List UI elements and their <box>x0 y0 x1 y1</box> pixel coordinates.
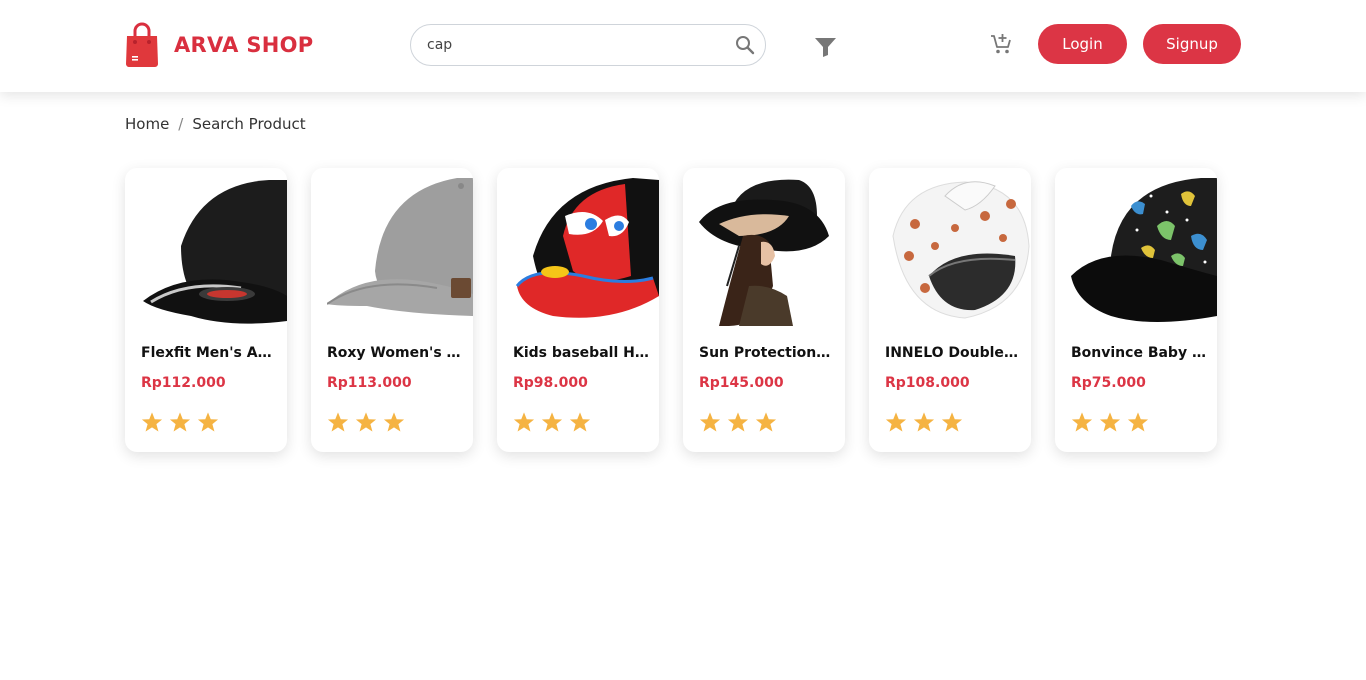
product-image-red-cars-cap <box>513 176 659 326</box>
brand-logo[interactable]: ARVA SHOP <box>124 22 313 68</box>
star-icon <box>1071 411 1093 433</box>
signup-button[interactable]: Signup <box>1143 24 1241 64</box>
product-card[interactable]: INNELO Double Layer Satin Bonnet Rp108.0… <box>869 168 1031 452</box>
product-price: Rp113.000 <box>327 375 412 391</box>
breadcrumb-home[interactable]: Home <box>125 115 169 133</box>
star-icon <box>699 411 721 433</box>
star-icon <box>383 411 405 433</box>
star-icon <box>541 411 563 433</box>
star-icon <box>141 411 163 433</box>
product-image-polka-bonnet <box>885 176 1031 326</box>
brand-name: ARVA SHOP <box>174 33 314 57</box>
star-icon <box>355 411 377 433</box>
star-icon <box>885 411 907 433</box>
product-rating <box>885 411 963 433</box>
star-icon <box>1127 411 1149 433</box>
product-image-dinosaur-snapback <box>1071 176 1217 326</box>
product-image-woman-bucket-hat <box>699 176 845 326</box>
star-icon <box>169 411 191 433</box>
star-icon <box>327 411 349 433</box>
product-rating <box>699 411 777 433</box>
breadcrumb-separator: / <box>178 115 184 133</box>
product-grid: Flexfit Men's Athletic Baseball Fitted C… <box>125 168 1217 452</box>
star-icon <box>1099 411 1121 433</box>
star-icon <box>513 411 535 433</box>
product-name: Roxy Women's Extra Innings Baseball Hat <box>327 345 463 361</box>
product-card[interactable]: Flexfit Men's Athletic Baseball Fitted C… <box>125 168 287 452</box>
product-rating <box>327 411 405 433</box>
product-price: Rp112.000 <box>141 375 226 391</box>
product-name: Flexfit Men's Athletic Baseball Fitted C… <box>141 345 277 361</box>
star-icon <box>941 411 963 433</box>
product-card[interactable]: Kids baseball Hat Cars Rp98.000 <box>497 168 659 452</box>
product-image-black-cap <box>141 176 287 326</box>
product-card[interactable]: Sun Protection Bucket Hat Rp145.000 <box>683 168 845 452</box>
product-card[interactable]: Bonvince Baby Snapback Hat Rp75.000 <box>1055 168 1217 452</box>
product-price: Rp75.000 <box>1071 375 1146 391</box>
breadcrumb: Home / Search Product <box>125 115 306 133</box>
product-name: Bonvince Baby Snapback Hat <box>1071 345 1207 361</box>
product-price: Rp145.000 <box>699 375 784 391</box>
star-icon <box>197 411 219 433</box>
product-price: Rp108.000 <box>885 375 970 391</box>
product-price: Rp98.000 <box>513 375 588 391</box>
product-card[interactable]: Roxy Women's Extra Innings Baseball Hat … <box>311 168 473 452</box>
shopping-bag-icon <box>124 22 160 68</box>
search-icon[interactable] <box>735 35 755 55</box>
product-rating <box>513 411 591 433</box>
star-icon <box>755 411 777 433</box>
product-rating <box>141 411 219 433</box>
star-icon <box>727 411 749 433</box>
product-name: Kids baseball Hat Cars <box>513 345 649 361</box>
site-header: ARVA SHOP Login Signup <box>0 0 1366 92</box>
star-icon <box>569 411 591 433</box>
product-name: INNELO Double Layer Satin Bonnet <box>885 345 1021 361</box>
breadcrumb-current: Search Product <box>192 115 306 133</box>
add-to-cart-icon[interactable] <box>989 32 1013 56</box>
login-button[interactable]: Login <box>1038 24 1127 64</box>
product-rating <box>1071 411 1149 433</box>
product-name: Sun Protection Bucket Hat <box>699 345 835 361</box>
filter-icon[interactable] <box>814 35 837 58</box>
search-input[interactable] <box>427 25 727 65</box>
star-icon <box>913 411 935 433</box>
search-bar <box>410 24 766 66</box>
product-image-grey-cap <box>327 176 473 326</box>
